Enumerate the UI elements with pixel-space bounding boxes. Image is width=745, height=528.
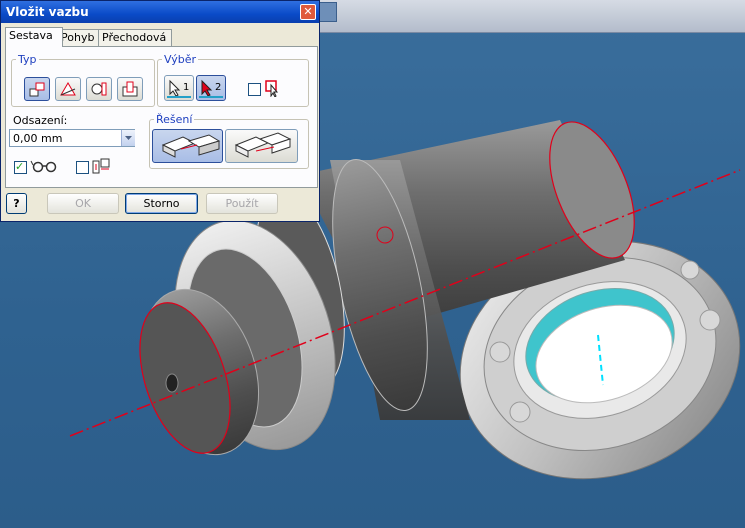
select-first-button[interactable]: 1 bbox=[164, 75, 194, 101]
tab-transitional[interactable]: Přechodová bbox=[98, 29, 172, 46]
chevron-down-icon bbox=[125, 136, 132, 140]
mate-icon bbox=[29, 82, 45, 97]
cancel-button[interactable]: Storno bbox=[125, 193, 198, 214]
offset-value: 0,00 mm bbox=[13, 132, 63, 145]
insert-icon bbox=[122, 81, 138, 97]
place-constraint-dialog: Vložit vazbu ✕ Sestava Pohyb Přechodová … bbox=[0, 0, 320, 222]
tab-assembly[interactable]: Sestava bbox=[5, 27, 63, 47]
insert-type-button[interactable] bbox=[117, 77, 143, 101]
check-mark-icon: ✓ bbox=[15, 160, 25, 173]
select-second-label: 2 bbox=[215, 82, 222, 93]
angle-icon bbox=[60, 82, 76, 96]
arrow-select-2-icon bbox=[201, 79, 213, 97]
arrow-select-1-icon bbox=[169, 79, 181, 97]
help-button[interactable]: ? bbox=[6, 193, 27, 214]
solution-legend: Řešení bbox=[156, 113, 193, 126]
flush-solution-button[interactable] bbox=[225, 129, 298, 163]
tab-motion[interactable]: Pohyb bbox=[57, 29, 103, 46]
mate-type-button[interactable] bbox=[24, 77, 50, 101]
preview-checkbox[interactable]: ✓ bbox=[14, 160, 27, 174]
pick-part-first-icon bbox=[265, 80, 279, 97]
help-icon: ? bbox=[13, 197, 20, 210]
glasses-icon bbox=[30, 160, 57, 173]
select-second-button[interactable]: 2 bbox=[196, 75, 226, 101]
predict-offset-checkbox[interactable] bbox=[76, 161, 89, 174]
apply-button[interactable]: Použít bbox=[206, 193, 278, 214]
ok-button[interactable]: OK bbox=[47, 193, 119, 214]
close-icon: ✕ bbox=[303, 5, 313, 18]
predict-offset-icon bbox=[92, 158, 110, 174]
offset-spinner[interactable] bbox=[121, 130, 135, 146]
mate-solution-icon bbox=[161, 134, 221, 158]
close-button[interactable]: ✕ bbox=[300, 4, 316, 20]
selection-legend: Výběr bbox=[164, 53, 197, 66]
angle-type-button[interactable] bbox=[55, 77, 81, 101]
tab-panel: Typ Výběr 1 2 Odsazení: Řešení ✓ bbox=[5, 46, 318, 188]
flush-solution-icon bbox=[234, 132, 292, 158]
offset-input[interactable]: 0,00 mm bbox=[9, 129, 135, 147]
offset-label: Odsazení: bbox=[13, 114, 68, 127]
tangent-icon bbox=[91, 82, 107, 96]
type-legend: Typ bbox=[18, 53, 37, 66]
pick-part-first-checkbox[interactable] bbox=[248, 83, 261, 96]
select-first-label: 1 bbox=[183, 82, 190, 93]
dialog-title: Vložit vazbu bbox=[6, 5, 89, 19]
mate-solution-button[interactable] bbox=[152, 129, 223, 163]
tangent-type-button[interactable] bbox=[86, 77, 112, 101]
dialog-title-bar: Vložit vazbu ✕ bbox=[1, 1, 319, 23]
